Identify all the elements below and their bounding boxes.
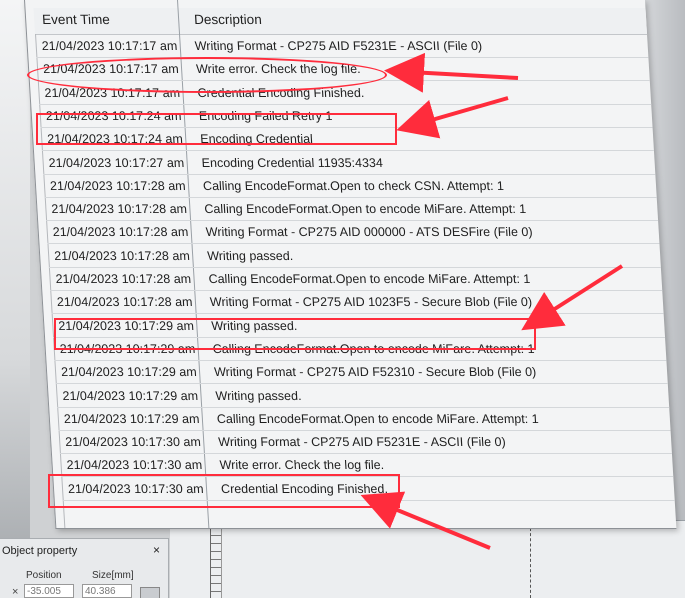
arrow-1 <box>384 52 519 93</box>
arrow-2 <box>396 96 509 139</box>
arrow-3 <box>521 264 624 331</box>
annotation-arrows <box>360 52 624 550</box>
arrow-4 <box>360 491 491 550</box>
screenshot-stage: Object property × Position Size[mm] -35.… <box>0 0 685 598</box>
